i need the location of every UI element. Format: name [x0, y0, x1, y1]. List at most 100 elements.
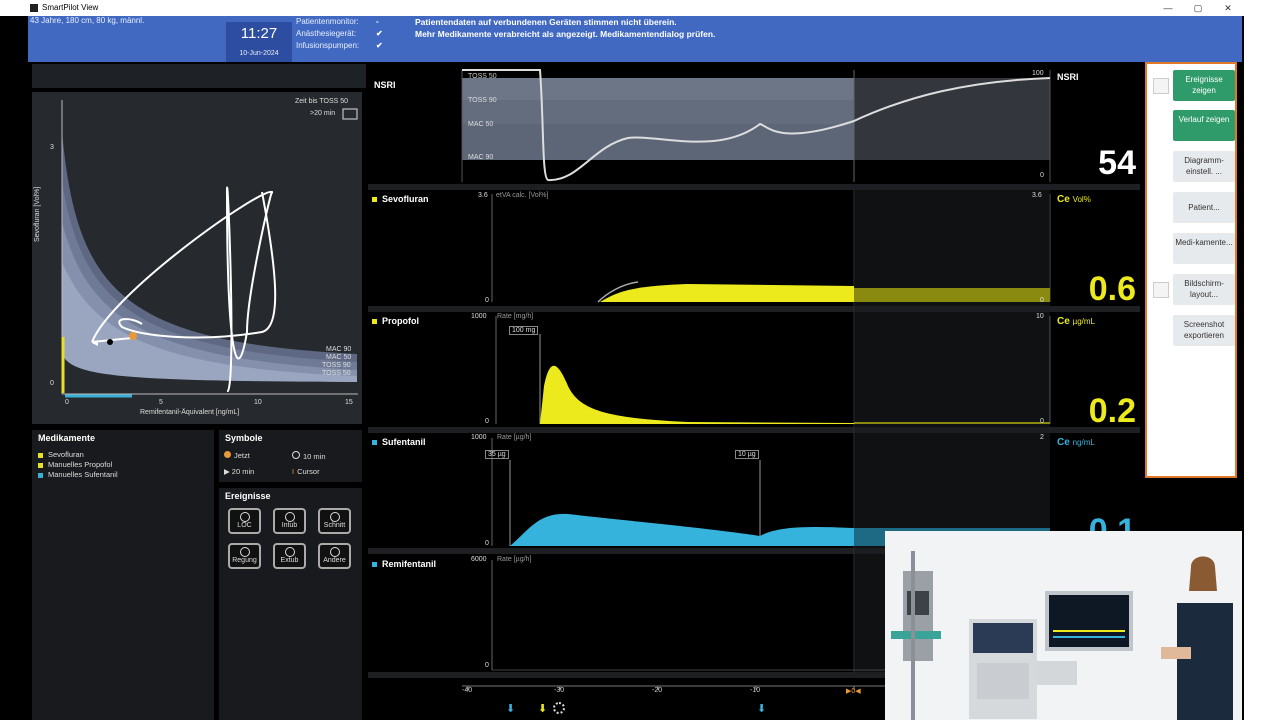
sufentanil-axis-label: Rate [µg/h] — [497, 434, 532, 441]
sufentanil-bolus1-label: 35 µg — [485, 450, 509, 459]
circle-icon — [292, 451, 300, 459]
yellow-square-icon — [372, 319, 377, 325]
x-tick: 0 — [65, 399, 69, 406]
sevo-ce-label: Ce Vol% — [1057, 194, 1091, 205]
syringe-icon: ⬇ — [506, 703, 516, 715]
propofol-axis-label: Rate [mg/h] — [497, 313, 534, 320]
device-state: ✔ — [376, 41, 383, 50]
clock-time: 11:27 — [240, 25, 278, 42]
warning-message: Patientendaten auf verbundenen Geräten s… — [415, 17, 677, 27]
isobologram-plot — [61, 100, 358, 398]
time-to-toss-label: Zeit bis TOSS 50 — [295, 98, 349, 105]
screenshot-exportieren-button[interactable]: Screenshot exportieren — [1173, 315, 1235, 346]
symbol-item: ▶ 20 min — [224, 467, 255, 476]
propofol-ymax: 1000 — [471, 313, 487, 320]
medikamente-button[interactable]: Medi-kamente... — [1173, 233, 1235, 264]
medikament-item[interactable]: Manuelles Propofol — [38, 460, 112, 469]
bildschirmlayout-button[interactable]: Bildschirm-layout... — [1173, 274, 1235, 305]
band-label: TOSS 90 — [322, 362, 351, 369]
event-extub-button[interactable]: Extub — [273, 543, 306, 569]
loading-icon — [553, 702, 565, 714]
sufentanil-ymin: 0 — [485, 540, 489, 547]
circle-icon — [284, 512, 295, 522]
remifentanil-ymin: 0 — [485, 662, 489, 669]
device-label: Anästhesiegerät: — [296, 29, 357, 38]
remifentanil-ymax: 6000 — [471, 556, 487, 563]
ereignisse-zeigen-button[interactable]: Ereignisse zeigen — [1173, 70, 1235, 101]
video-scene — [885, 531, 1242, 720]
band-label: MAC 50 — [326, 354, 352, 361]
circle-icon — [284, 547, 295, 557]
bildschirmlayout-checkbox[interactable] — [1153, 282, 1169, 298]
symbol-item: Jetzt — [224, 451, 250, 460]
medikament-item[interactable]: Sevofluran — [38, 450, 84, 459]
triangle-icon: ▶ — [224, 467, 230, 476]
sevo-ymax: 3.6 — [478, 192, 488, 199]
nsri-bottom: 0 — [1040, 172, 1044, 179]
verlauf-zeigen-button[interactable]: Verlauf zeigen — [1173, 110, 1235, 141]
syringe-icon: ⬇ — [538, 703, 548, 715]
device-status: Patientenmonitor: - Anästhesiegerät: ✔ Inf… — [296, 16, 414, 52]
device-state: - — [376, 17, 379, 26]
patient-button[interactable]: Patient... — [1173, 192, 1235, 223]
nsri-top: 100 — [1032, 70, 1044, 77]
nsri-band-label: MAC 90 — [468, 154, 494, 161]
x-tick: 15 — [345, 399, 353, 406]
event-loc-button[interactable]: LOC — [228, 508, 261, 534]
device-row: Patientenmonitor: - — [296, 16, 414, 28]
circle-icon — [239, 512, 250, 522]
medikament-item[interactable]: Manuelles Sufentanil — [38, 470, 118, 479]
x-axis-label: Remifentanil-Äquivalent [ng/mL] — [140, 409, 240, 416]
propofol-track-label: Propofol — [372, 316, 419, 326]
x-tick: 5 — [159, 399, 163, 406]
circle-icon — [239, 547, 250, 557]
diagramm-einstellungen-button[interactable]: Diagramm-einstell. ... — [1173, 151, 1235, 182]
x-tick: 10 — [254, 399, 262, 406]
yellow-square-icon — [372, 197, 377, 203]
event-schnitt-button[interactable]: Schnitt — [318, 508, 351, 534]
circle-icon — [329, 547, 340, 557]
event-intub-button[interactable]: Intub — [273, 508, 306, 534]
nsri-track-label: NSRI — [374, 80, 396, 90]
device-label: Infusionspumpen: — [296, 41, 360, 50]
ereignisse-panel: Ereignisse LOC Intub Schnitt Regung Extu… — [219, 488, 362, 720]
sidebar: Ereignisse zeigen Verlauf zeigen Diagram… — [1145, 62, 1237, 478]
sevo-ymin: 0 — [485, 297, 489, 304]
symbol-item: 10 min — [292, 451, 326, 461]
symbole-title: Symbole — [225, 433, 263, 443]
band-label: TOSS 50 — [322, 370, 351, 377]
symbole-panel: Symbole Jetzt 10 min ▶ 20 min Ι Cursor — [219, 430, 362, 482]
syringe-icon: ⬇ — [757, 703, 767, 715]
window-title: SmartPilot View — [42, 3, 99, 12]
event-regung-button[interactable]: Regung — [228, 543, 261, 569]
ereignisse-checkbox[interactable] — [1153, 78, 1169, 94]
close-icon[interactable]: ✕ — [1218, 0, 1238, 16]
warning-message: Mehr Medikamente verabreicht als angezei… — [415, 29, 716, 39]
time-tick: -40 — [462, 687, 473, 694]
propofol-ce-value: 0.2 — [1088, 392, 1136, 430]
window-titlebar: SmartPilot View — ▢ ✕ — [0, 0, 1244, 16]
sufentanil-ymax: 1000 — [471, 434, 487, 441]
sufentanil-track-label: Sufentanil — [372, 437, 426, 447]
isobologram-header — [32, 64, 366, 88]
blue-square-icon — [372, 440, 377, 446]
minimize-icon[interactable]: — — [1158, 0, 1178, 16]
maximize-icon[interactable]: ▢ — [1188, 0, 1208, 16]
time-tick: -20 — [652, 687, 663, 694]
right-margin — [1244, 0, 1280, 720]
sevo-rmax: 3.6 — [1032, 192, 1042, 199]
event-andere-button[interactable]: Andere — [318, 543, 351, 569]
remifentanil-track-label: Remifentanil — [372, 559, 436, 569]
patient-info[interactable]: 43 Jahre, 180 cm, 80 kg, männl. — [30, 16, 144, 25]
sufentanil-ce-label: Ce ng/mL — [1057, 437, 1095, 448]
warning-messages: Patientendaten auf verbundenen Geräten s… — [415, 16, 715, 40]
device-row: Infusionspumpen: ✔ — [296, 40, 414, 52]
app-icon — [30, 4, 38, 12]
sufentanil-bolus2-label: 10 µg — [735, 450, 759, 459]
isobologram-panel[interactable]: Zeit bis TOSS 50 >20 min Sevofluran [Vol… — [32, 92, 362, 424]
y-tick: 3 — [50, 144, 54, 151]
clock-box: 11:27 10-Jun-2024 — [226, 22, 292, 62]
nsri-band-label: TOSS 50 — [468, 73, 497, 80]
sufentanil-ce-value: 0.1 — [1088, 512, 1136, 531]
time-now-marker[interactable]: ▶0◀ — [846, 687, 861, 695]
